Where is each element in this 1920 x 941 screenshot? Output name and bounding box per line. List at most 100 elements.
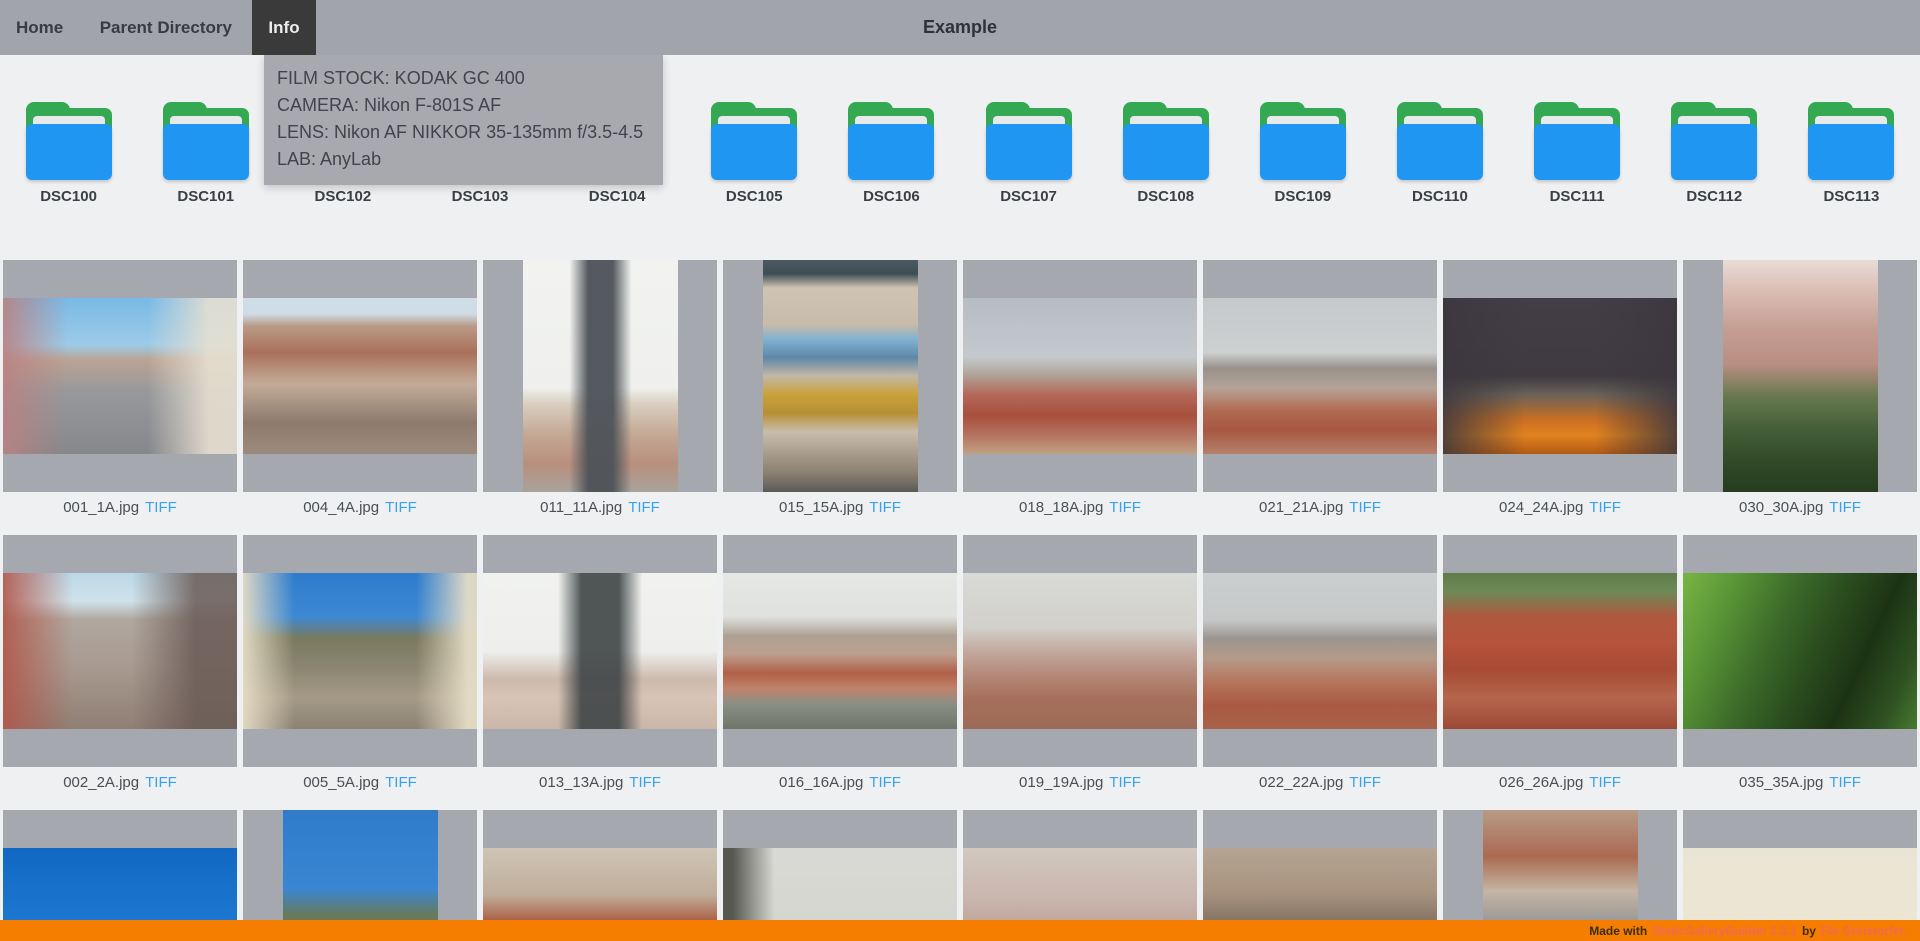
folder-icon-part [163,124,249,180]
gallery-cell: 004_4A.jpg TIFF [240,260,480,535]
folder-item[interactable]: DSC113 [1783,102,1920,260]
photo-thumbnail[interactable] [1443,573,1677,729]
tiff-link[interactable]: TIFF [1829,499,1861,516]
footer-builder-link[interactable]: StaticGalleryBuilder 2.3.1 [1652,924,1797,938]
photo-thumbnail[interactable] [3,298,237,454]
tiff-link[interactable]: TIFF [385,499,417,516]
photo-filename: 004_4A.jpg [303,499,379,516]
photo-filename: 022_22A.jpg [1259,774,1343,791]
gallery-cell: 015_15A.jpg TIFF [720,260,960,535]
folder-item[interactable]: DSC112 [1646,102,1783,260]
photo-caption: 013_13A.jpg TIFF [483,767,717,810]
photo-caption: 016_16A.jpgTIFF [723,767,957,810]
folder-icon [1534,102,1620,180]
folder-icon [848,102,934,180]
tiff-link[interactable]: TIFF [1109,774,1141,791]
photo-thumbnail[interactable] [243,298,477,454]
photo-thumbnail[interactable] [483,573,717,729]
photo-filename: 002_2A.jpg [63,774,139,791]
folder-label: DSC113 [1823,188,1879,205]
photo-caption: 005_5A.jpg TIFF [243,767,477,810]
photo-thumbnail[interactable] [963,573,1197,729]
folder-icon [1671,102,1757,180]
folder-icon-part [711,124,797,180]
gallery-cell: 022_22A.jpg TIFF [1200,535,1440,810]
folder-icon-part [848,124,934,180]
tiff-link[interactable]: TIFF [1349,499,1381,516]
gallery-cell: 002_2A.jpg TIFF [0,535,240,810]
thumbnail-frame [1203,260,1437,492]
tiff-link[interactable]: TIFF [629,774,661,791]
photo-thumbnail[interactable] [3,573,237,729]
photo-thumbnail[interactable] [1203,573,1437,729]
folder-item[interactable]: DSC109 [1234,102,1371,260]
folder-icon [1123,102,1209,180]
folder-item[interactable]: DSC107 [960,102,1097,260]
photo-filename: 018_18A.jpg [1019,499,1103,516]
thumbnail-frame [1683,535,1917,767]
photo-thumbnail[interactable] [1723,260,1878,492]
photo-filename: 013_13A.jpg [539,774,623,791]
thumbnail-frame [1203,535,1437,767]
gallery-cell: 016_16A.jpgTIFF [720,535,960,810]
folder-item[interactable]: DSC100 [0,102,137,260]
tiff-link[interactable]: TIFF [1109,499,1141,516]
folder-icon-part [1397,124,1483,180]
gallery-cell: 011_11A.jpg TIFF [480,260,720,535]
folder-icon [1397,102,1483,180]
folder-item[interactable]: DSC105 [686,102,823,260]
tiff-link[interactable]: TIFF [145,499,177,516]
photo-filename: 011_11A.jpg [540,499,622,516]
photo-filename: 035_35A.jpg [1739,774,1823,791]
folder-item[interactable]: DSC106 [823,102,960,260]
nav-item-home[interactable]: Home [0,0,79,55]
gallery-cell: 024_24A.jpgTIFF [1440,260,1680,535]
footer-author-link[interactable]: Flo Greistorfer. [1821,924,1907,938]
folder-item[interactable]: DSC111 [1509,102,1646,260]
folder-label: DSC101 [177,188,234,205]
tiff-link[interactable]: TIFF [1829,774,1861,791]
folder-item[interactable]: DSC101 [137,102,274,260]
photo-caption: 030_30A.jpg TIFF [1683,492,1917,535]
photo-filename: 015_15A.jpg [779,499,863,516]
folder-item[interactable]: DSC110 [1371,102,1508,260]
tiff-link[interactable]: TIFF [869,774,901,791]
folder-item[interactable]: DSC108 [1097,102,1234,260]
folder-label: DSC112 [1686,188,1742,205]
photo-thumbnail[interactable] [1203,298,1437,454]
photo-filename: 030_30A.jpg [1739,499,1823,516]
photo-thumbnail[interactable] [243,573,477,729]
gallery-page: Home Parent Directory Info Example FILM … [0,0,1920,941]
gallery-cell: 001_1A.jpgTIFF [0,260,240,535]
photo-thumbnail[interactable] [963,298,1197,454]
folder-label: DSC105 [726,188,783,205]
thumbnail-frame [3,535,237,767]
photo-filename: 005_5A.jpg [303,774,379,791]
photo-thumbnail[interactable] [763,260,918,492]
thumbnail-frame [1443,260,1677,492]
tiff-link[interactable]: TIFF [1349,774,1381,791]
tiff-link[interactable]: TIFF [385,774,417,791]
photo-thumbnail[interactable] [1443,298,1677,454]
folder-icon [26,102,112,180]
folder-icon-part [1260,124,1346,180]
photo-caption: 004_4A.jpg TIFF [243,492,477,535]
photo-caption: 022_22A.jpg TIFF [1203,767,1437,810]
nav-item-info[interactable]: Info [252,0,315,55]
footer-by-text: by [1802,924,1816,938]
tiff-link[interactable]: TIFF [145,774,177,791]
photo-thumbnail[interactable] [1683,573,1917,729]
photo-thumbnail[interactable] [523,260,678,492]
thumbnail-frame [243,260,477,492]
tiff-link[interactable]: TIFF [628,499,660,516]
photo-thumbnail[interactable] [723,573,957,729]
thumbnail-frame [723,535,957,767]
photo-caption: 024_24A.jpgTIFF [1443,492,1677,535]
tiff-link[interactable]: TIFF [1589,499,1621,516]
folder-label: DSC104 [589,188,646,205]
folder-icon [1260,102,1346,180]
tiff-link[interactable]: TIFF [1589,774,1621,791]
tiff-link[interactable]: TIFF [869,499,901,516]
nav-item-parent-directory[interactable]: Parent Directory [84,0,248,55]
folder-icon-part [1671,124,1757,180]
